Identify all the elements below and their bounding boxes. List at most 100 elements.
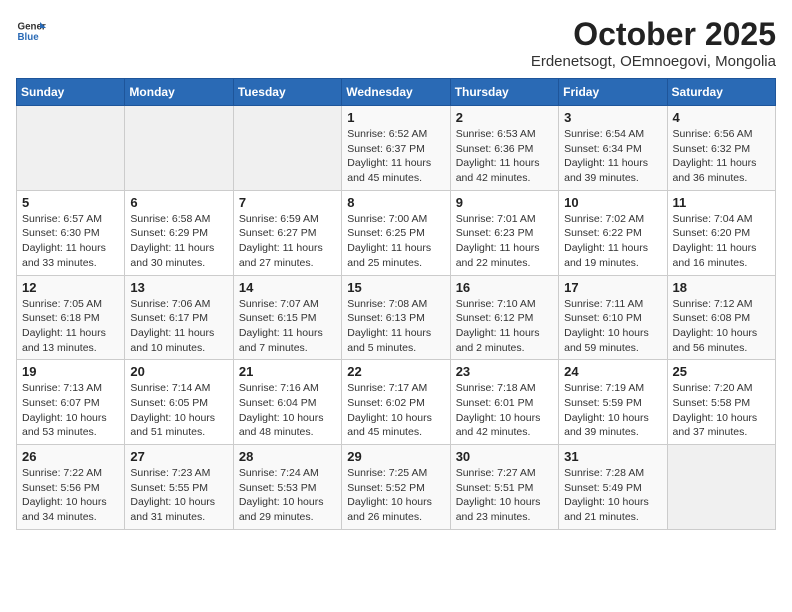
day-info: Sunrise: 7:08 AM Sunset: 6:13 PM Dayligh… [347, 297, 444, 356]
calendar-day-cell: 14 Sunrise: 7:07 AM Sunset: 6:15 PM Dayli… [233, 275, 341, 360]
calendar-day-cell: 27 Sunrise: 7:23 AM Sunset: 5:55 PM Dayli… [125, 445, 233, 530]
calendar-day-cell: 28 Sunrise: 7:24 AM Sunset: 5:53 PM Dayli… [233, 445, 341, 530]
day-number: 24 [564, 364, 661, 379]
calendar-day-cell: 13 Sunrise: 7:06 AM Sunset: 6:17 PM Dayli… [125, 275, 233, 360]
calendar-day-cell: 30Sunrise: 7:27 AM Sunset: 5:51 PM Dayli… [450, 445, 558, 530]
calendar-day-cell: 15 Sunrise: 7:08 AM Sunset: 6:13 PM Dayli… [342, 275, 450, 360]
day-info: Sunrise: 7:07 AM Sunset: 6:15 PM Dayligh… [239, 297, 336, 356]
page-subtitle: Erdenetsogt, OEmnoegovi, Mongolia [531, 53, 776, 70]
calendar-day-cell: 6 Sunrise: 6:58 AM Sunset: 6:29 PM Daylig… [125, 190, 233, 275]
day-of-week-header: Friday [559, 79, 667, 106]
day-info: Sunrise: 7:19 AM Sunset: 5:59 PM Dayligh… [564, 381, 661, 440]
day-number: 2 [456, 110, 553, 125]
day-number: 27 [130, 449, 227, 464]
calendar-day-cell: 19Sunrise: 7:13 AM Sunset: 6:07 PM Dayli… [17, 360, 125, 445]
calendar-day-cell: 10 Sunrise: 7:02 AM Sunset: 6:22 PM Dayli… [559, 190, 667, 275]
day-number: 4 [673, 110, 770, 125]
day-of-week-header: Monday [125, 79, 233, 106]
logo-icon: General Blue [16, 16, 46, 46]
calendar-day-cell [233, 106, 341, 191]
calendar-day-cell: 1 Sunrise: 6:52 AM Sunset: 6:37 PM Daylig… [342, 106, 450, 191]
title-block: October 2025 Erdenetsogt, OEmnoegovi, Mo… [531, 16, 776, 70]
day-info: Sunrise: 7:18 AM Sunset: 6:01 PM Dayligh… [456, 381, 553, 440]
day-info: Sunrise: 6:52 AM Sunset: 6:37 PM Dayligh… [347, 127, 444, 186]
day-info: Sunrise: 7:24 AM Sunset: 5:53 PM Dayligh… [239, 466, 336, 525]
calendar-day-cell [17, 106, 125, 191]
day-info: Sunrise: 7:01 AM Sunset: 6:23 PM Dayligh… [456, 212, 553, 271]
day-info: Sunrise: 6:56 AM Sunset: 6:32 PM Dayligh… [673, 127, 770, 186]
calendar-week-row: 26Sunrise: 7:22 AM Sunset: 5:56 PM Dayli… [17, 445, 776, 530]
calendar-day-cell: 22 Sunrise: 7:17 AM Sunset: 6:02 PM Dayli… [342, 360, 450, 445]
day-info: Sunrise: 6:53 AM Sunset: 6:36 PM Dayligh… [456, 127, 553, 186]
calendar-day-cell: 21 Sunrise: 7:16 AM Sunset: 6:04 PM Dayli… [233, 360, 341, 445]
calendar-day-cell: 16 Sunrise: 7:10 AM Sunset: 6:12 PM Dayli… [450, 275, 558, 360]
calendar-week-row: 19Sunrise: 7:13 AM Sunset: 6:07 PM Dayli… [17, 360, 776, 445]
day-info: Sunrise: 6:54 AM Sunset: 6:34 PM Dayligh… [564, 127, 661, 186]
calendar-day-cell: 24 Sunrise: 7:19 AM Sunset: 5:59 PM Dayli… [559, 360, 667, 445]
calendar-day-cell: 12 Sunrise: 7:05 AM Sunset: 6:18 PM Dayli… [17, 275, 125, 360]
day-number: 21 [239, 364, 336, 379]
day-info: Sunrise: 7:16 AM Sunset: 6:04 PM Dayligh… [239, 381, 336, 440]
day-number: 12 [22, 280, 119, 295]
day-info: Sunrise: 7:28 AM Sunset: 5:49 PM Dayligh… [564, 466, 661, 525]
svg-text:Blue: Blue [18, 32, 40, 43]
calendar-day-cell [125, 106, 233, 191]
day-info: Sunrise: 7:02 AM Sunset: 6:22 PM Dayligh… [564, 212, 661, 271]
calendar-day-cell: 31 Sunrise: 7:28 AM Sunset: 5:49 PM Dayli… [559, 445, 667, 530]
calendar-day-cell [667, 445, 775, 530]
calendar-day-cell: 8 Sunrise: 7:00 AM Sunset: 6:25 PM Daylig… [342, 190, 450, 275]
day-number: 18 [673, 280, 770, 295]
day-number: 17 [564, 280, 661, 295]
day-number: 13 [130, 280, 227, 295]
day-number: 11 [673, 195, 770, 210]
day-number: 16 [456, 280, 553, 295]
page-header: General Blue October 2025 Erdenetsogt, O… [16, 16, 776, 70]
day-info: Sunrise: 6:59 AM Sunset: 6:27 PM Dayligh… [239, 212, 336, 271]
day-info: Sunrise: 7:23 AM Sunset: 5:55 PM Dayligh… [130, 466, 227, 525]
day-number: 25 [673, 364, 770, 379]
day-info: Sunrise: 7:25 AM Sunset: 5:52 PM Dayligh… [347, 466, 444, 525]
day-of-week-header: Sunday [17, 79, 125, 106]
day-info: Sunrise: 6:57 AM Sunset: 6:30 PM Dayligh… [22, 212, 119, 271]
day-info: Sunrise: 7:14 AM Sunset: 6:05 PM Dayligh… [130, 381, 227, 440]
day-number: 10 [564, 195, 661, 210]
day-info: Sunrise: 7:06 AM Sunset: 6:17 PM Dayligh… [130, 297, 227, 356]
calendar-day-cell: 18Sunrise: 7:12 AM Sunset: 6:08 PM Dayli… [667, 275, 775, 360]
day-number: 22 [347, 364, 444, 379]
day-number: 20 [130, 364, 227, 379]
calendar-day-cell: 3 Sunrise: 6:54 AM Sunset: 6:34 PM Daylig… [559, 106, 667, 191]
day-number: 23 [456, 364, 553, 379]
day-number: 8 [347, 195, 444, 210]
day-info: Sunrise: 7:00 AM Sunset: 6:25 PM Dayligh… [347, 212, 444, 271]
calendar-day-cell: 20 Sunrise: 7:14 AM Sunset: 6:05 PM Dayli… [125, 360, 233, 445]
day-number: 15 [347, 280, 444, 295]
day-info: Sunrise: 7:27 AM Sunset: 5:51 PM Dayligh… [456, 466, 553, 525]
day-info: Sunrise: 6:58 AM Sunset: 6:29 PM Dayligh… [130, 212, 227, 271]
day-number: 1 [347, 110, 444, 125]
day-info: Sunrise: 7:20 AM Sunset: 5:58 PM Dayligh… [673, 381, 770, 440]
day-number: 19 [22, 364, 119, 379]
calendar-week-row: 12 Sunrise: 7:05 AM Sunset: 6:18 PM Dayli… [17, 275, 776, 360]
calendar-header-row: SundayMondayTuesdayWednesdayThursdayFrid… [17, 79, 776, 106]
day-number: 14 [239, 280, 336, 295]
day-info: Sunrise: 7:17 AM Sunset: 6:02 PM Dayligh… [347, 381, 444, 440]
day-of-week-header: Tuesday [233, 79, 341, 106]
calendar-day-cell: 26Sunrise: 7:22 AM Sunset: 5:56 PM Dayli… [17, 445, 125, 530]
day-info: Sunrise: 7:10 AM Sunset: 6:12 PM Dayligh… [456, 297, 553, 356]
day-info: Sunrise: 7:11 AM Sunset: 6:10 PM Dayligh… [564, 297, 661, 356]
calendar-day-cell: 25 Sunrise: 7:20 AM Sunset: 5:58 PM Dayli… [667, 360, 775, 445]
calendar-day-cell: 5 Sunrise: 6:57 AM Sunset: 6:30 PM Daylig… [17, 190, 125, 275]
day-info: Sunrise: 7:04 AM Sunset: 6:20 PM Dayligh… [673, 212, 770, 271]
day-of-week-header: Wednesday [342, 79, 450, 106]
calendar-day-cell: 4 Sunrise: 6:56 AM Sunset: 6:32 PM Daylig… [667, 106, 775, 191]
day-number: 28 [239, 449, 336, 464]
logo: General Blue [16, 16, 46, 46]
day-number: 5 [22, 195, 119, 210]
day-number: 29 [347, 449, 444, 464]
day-info: Sunrise: 7:05 AM Sunset: 6:18 PM Dayligh… [22, 297, 119, 356]
calendar-day-cell: 11 Sunrise: 7:04 AM Sunset: 6:20 PM Dayli… [667, 190, 775, 275]
day-number: 6 [130, 195, 227, 210]
day-number: 9 [456, 195, 553, 210]
day-number: 31 [564, 449, 661, 464]
day-number: 3 [564, 110, 661, 125]
